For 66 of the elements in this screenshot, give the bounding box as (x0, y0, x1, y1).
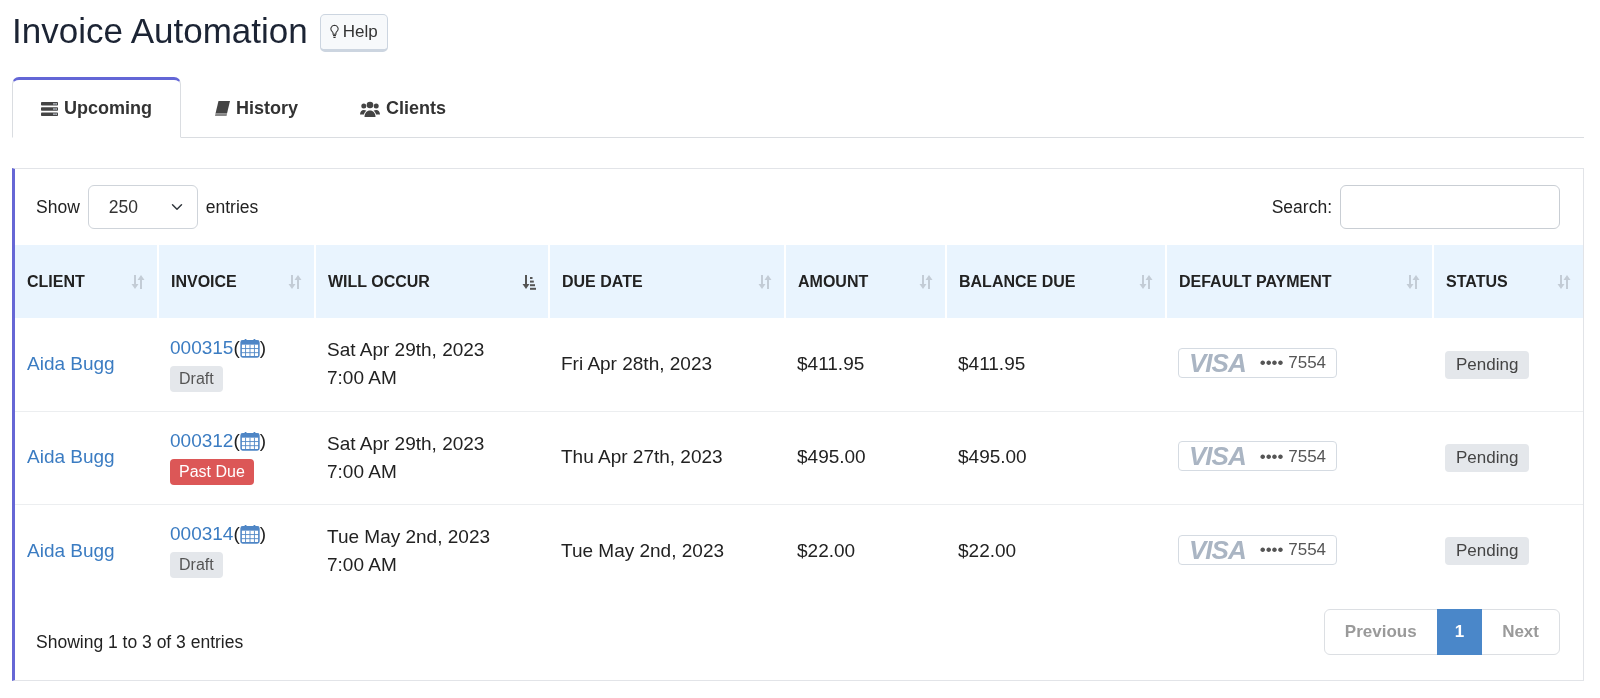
occur-time: 7:00 AM (327, 459, 398, 484)
column-header[interactable]: INVOICE (158, 245, 315, 318)
search-field[interactable] (1340, 185, 1560, 229)
card-brand: VISA (1189, 350, 1246, 376)
invoice-link[interactable]: 000314 (170, 523, 234, 545)
entries-select[interactable]: 250 (87, 185, 198, 229)
card-number: •••• 7554 (1259, 445, 1327, 468)
invoice-tag: Draft (170, 365, 223, 392)
parenthesis: ( (233, 336, 240, 359)
invoice-link[interactable]: 000315 (170, 336, 234, 359)
users-icon (360, 100, 380, 117)
help-button[interactable]: Help (319, 13, 388, 52)
column-header[interactable]: DEFAULT PAYMENT (1166, 245, 1433, 318)
amount-text: $495.00 (797, 446, 866, 468)
status-tag: Pending (1445, 537, 1530, 566)
page-title: Invoice Automation (12, 10, 308, 52)
occur-time: 7:00 AM (327, 366, 398, 391)
invoice-tag: Draft (170, 552, 223, 578)
parenthesis: ) (259, 429, 267, 452)
balance-text: $22.00 (958, 539, 1017, 561)
due-date-text: Tue May 2nd, 2023 (561, 539, 724, 561)
show-label: Show (36, 195, 80, 219)
column-header[interactable]: WILL OCCUR (315, 245, 549, 318)
card-number: •••• 7554 (1259, 352, 1327, 375)
invoice-link[interactable]: 000312 (170, 429, 234, 452)
calendar-icon[interactable] (239, 337, 260, 358)
parenthesis: ( (233, 523, 240, 545)
parenthesis: ) (259, 336, 267, 359)
client-link[interactable]: Aida Bugg (27, 539, 115, 561)
occur-date: Sat Apr 29th, 2023 (327, 431, 486, 456)
tab[interactable]: History (185, 77, 327, 138)
calendar-icon[interactable] (239, 524, 260, 544)
occur-date: Tue May 2nd, 2023 (327, 524, 491, 549)
column-header[interactable]: CLIENT (15, 245, 158, 318)
occur-date: Sat Apr 29th, 2023 (327, 338, 486, 363)
card-brand: VISA (1189, 443, 1246, 470)
balance-text: $411.95 (958, 353, 1026, 374)
amount-text: $22.00 (797, 539, 856, 561)
invoice-tag: Past Due (170, 458, 254, 485)
card-number: •••• 7554 (1259, 538, 1327, 561)
column-header[interactable]: AMOUNT (785, 245, 946, 318)
column-header[interactable]: BALANCE DUE (946, 245, 1166, 318)
lightbulb-icon (329, 24, 339, 39)
server-icon (41, 101, 58, 116)
page-button[interactable]: 1 (1436, 609, 1483, 655)
parenthesis: ) (259, 523, 267, 545)
due-date-text: Thu Apr 27th, 2023 (561, 446, 723, 468)
entries-info: Showing 1 to 3 of 3 entries (36, 632, 244, 652)
entries-label: entries (205, 195, 259, 219)
calendar-icon[interactable] (239, 430, 260, 451)
card-brand: VISA (1189, 536, 1246, 563)
tab[interactable]: Upcoming (12, 77, 181, 138)
column-header[interactable]: DUE DATE (549, 245, 785, 318)
client-link[interactable]: Aida Bugg (27, 446, 115, 468)
amount-text: $411.95 (797, 353, 865, 374)
search-label: Search: (1271, 195, 1332, 219)
client-link[interactable]: Aida Bugg (27, 353, 115, 374)
tab[interactable]: Clients (331, 77, 476, 138)
parenthesis: ( (233, 429, 240, 452)
column-header[interactable]: STATUS (1433, 245, 1583, 318)
balance-text: $495.00 (958, 446, 1027, 468)
occur-time: 7:00 AM (327, 552, 398, 577)
book-icon (214, 101, 230, 116)
status-tag: Pending (1445, 443, 1530, 472)
due-date-text: Fri Apr 28th, 2023 (561, 353, 713, 374)
status-tag: Pending (1445, 350, 1530, 379)
